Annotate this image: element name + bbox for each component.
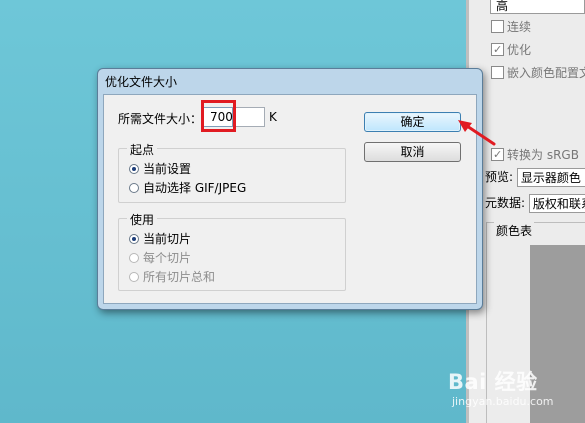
ok-button[interactable]: 确定 [364,112,461,132]
checkbox-checked-icon [491,41,504,59]
use-legend: 使用 [127,211,158,228]
convert-srgb-label: 转换为 sRGB [507,148,579,162]
radio-icon [129,272,139,282]
preview-label: 预览: [485,170,514,184]
radio-label: 每个切片 [143,251,192,265]
radio-label: 自动选择 GIF/JPEG [143,181,247,195]
cancel-button[interactable]: 取消 [364,142,461,162]
dialog-title: 优化文件大小 [105,75,178,89]
radio-total-all-slices[interactable]: 所有切片总和 [129,269,215,285]
convert-srgb-checkbox[interactable]: 转换为 sRGB [491,146,585,164]
embed-profile-label: 嵌入颜色配置文 [507,66,585,80]
optimize-checkbox[interactable]: 优化 [491,41,585,59]
size-input-field[interactable] [233,107,265,127]
radio-label: 当前切片 [143,232,192,246]
watermark-url: jingyan.baidu.com [452,395,554,408]
start-point-legend: 起点 [127,141,158,158]
checkbox-checked-icon [491,146,504,164]
preview-row: 预览: 显示器颜色 [485,167,585,187]
radio-label: 所有切片总和 [143,270,216,284]
size-label: 所需文件大小： [118,112,203,126]
radio-label: 当前设置 [143,162,192,176]
optimize-label: 优化 [507,43,532,57]
radio-current-settings[interactable]: 当前设置 [129,161,191,177]
continuous-label: 连续 [507,20,532,34]
radio-selected-icon [129,234,139,244]
arrow-annotation-icon [458,120,496,146]
checkbox-icon [491,20,504,33]
size-unit: K [269,110,277,124]
dialog-content: 所需文件大小： 700 K 起点 当前设置 自动选择 GIF/JPEG 使用 当… [103,94,477,304]
color-table-label: 颜色表 [494,222,535,239]
quality-dropdown[interactable]: 高 [490,0,585,14]
continuous-checkbox[interactable]: 连续 [491,18,585,36]
optimize-file-size-dialog: 优化文件大小 所需文件大小： 700 K 起点 当前设置 自动选择 GIF/JP… [97,68,483,310]
radio-auto-gif-jpeg[interactable]: 自动选择 GIF/JPEG [129,180,246,196]
radio-each-slice[interactable]: 每个切片 [129,250,191,266]
metadata-row: 元数据: 版权和联系 [485,193,585,213]
radio-current-slice[interactable]: 当前切片 [129,231,191,247]
radio-selected-icon [129,164,139,174]
highlight-box [201,100,236,132]
watermark-logo: Bai 经验 [448,370,538,394]
embed-profile-checkbox[interactable]: 嵌入颜色配置文 [491,64,585,82]
radio-icon [129,253,139,263]
checkbox-icon [491,66,504,79]
preview-dropdown[interactable]: 显示器颜色 [516,168,585,187]
metadata-dropdown[interactable]: 版权和联系 [528,194,585,213]
radio-icon [129,183,139,193]
metadata-label: 元数据: [485,196,526,210]
